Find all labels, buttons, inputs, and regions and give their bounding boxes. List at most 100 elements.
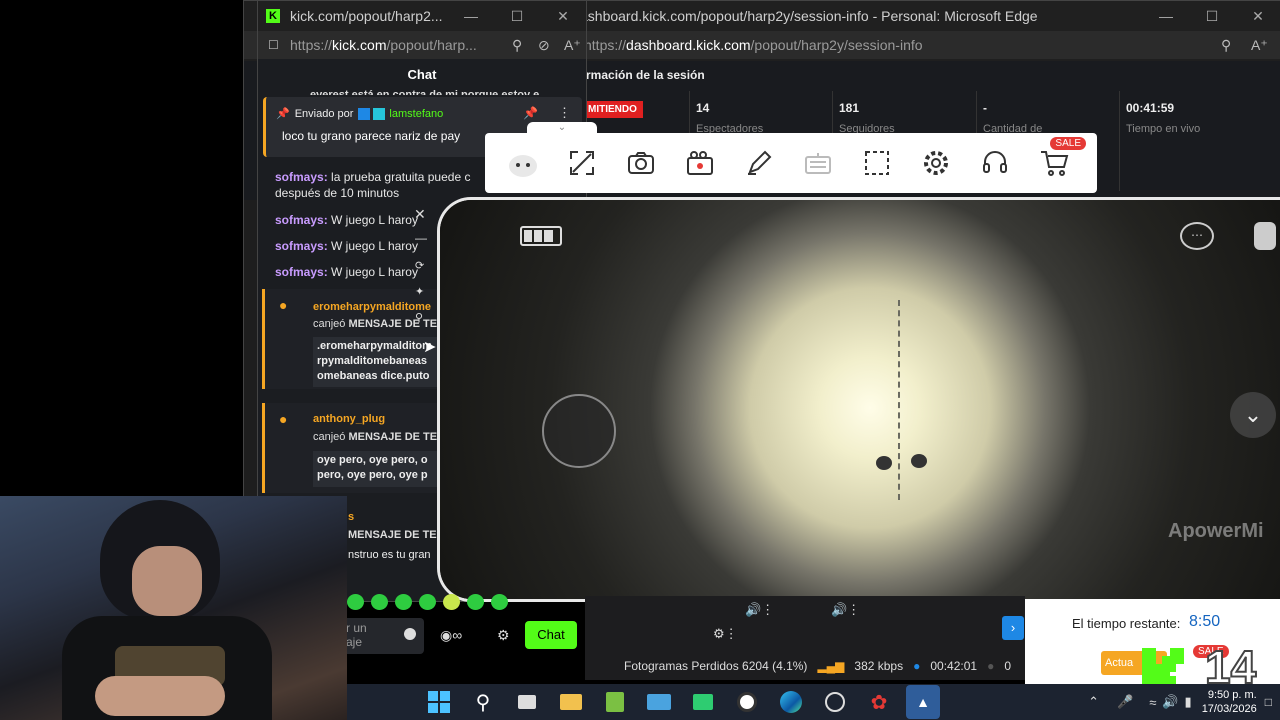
minimize-popup-icon[interactable]: — bbox=[415, 231, 427, 245]
emote-icon[interactable] bbox=[443, 594, 460, 610]
pin-window-icon[interactable]: ✦ bbox=[415, 285, 424, 298]
close-icon[interactable]: ✕ bbox=[1235, 8, 1280, 25]
cursor-icon: ➤ bbox=[423, 339, 437, 356]
screenshot-icon[interactable] bbox=[621, 143, 661, 183]
emote-icon[interactable] bbox=[419, 594, 436, 610]
redeem-action: canjeó MENSAJE DE TE bbox=[313, 431, 437, 443]
chat-address-bar[interactable]: ☐ https://kick.com/popout/harp... ⚲ ⊘ A⁺ bbox=[258, 31, 586, 59]
redeem-reward: MENSAJE DE TE bbox=[348, 431, 437, 443]
task-view-icon[interactable] bbox=[510, 685, 544, 719]
chat-bubble-icon[interactable]: ⋯ bbox=[1180, 222, 1214, 250]
stat-value: 00:41:59 bbox=[1126, 101, 1175, 115]
rec-dot-icon: ● bbox=[987, 659, 995, 673]
close-popup-icon[interactable]: ✕ bbox=[414, 206, 426, 223]
store-icon[interactable] bbox=[686, 685, 720, 719]
light-fixture bbox=[911, 454, 927, 468]
read-aloud-icon[interactable]: A⁺ bbox=[564, 37, 586, 54]
pin-toggle-icon[interactable]: 📌 bbox=[523, 106, 538, 120]
chat-titlebar: K kick.com/popout/harp2... — ☐ ✕ bbox=[258, 1, 586, 31]
maximize-icon[interactable]: ☐ bbox=[494, 8, 540, 25]
notification-icon[interactable]: □ bbox=[1265, 695, 1272, 709]
maps-icon[interactable]: ✿ bbox=[862, 685, 896, 719]
person-face bbox=[132, 546, 202, 616]
read-aloud-icon[interactable]: A⁺ bbox=[1251, 37, 1280, 54]
redeem-user[interactable]: s bbox=[348, 511, 438, 523]
game-view[interactable]: ⋯ ⌄ ApowerMi bbox=[440, 200, 1280, 599]
chat-username[interactable]: sofmays: bbox=[275, 170, 328, 184]
microphone-icon[interactable]: 🎤 bbox=[1117, 694, 1133, 710]
section-title: rmación de la sesión bbox=[586, 68, 705, 82]
minimize-icon[interactable]: — bbox=[1143, 8, 1189, 24]
obs-icon[interactable] bbox=[730, 685, 764, 719]
photos-icon[interactable] bbox=[642, 685, 676, 719]
group-icon[interactable]: ◉∞ bbox=[440, 627, 462, 644]
volume-icon[interactable]: 🔊⋮ bbox=[831, 602, 860, 618]
more-options-icon[interactable]: ⋮ bbox=[558, 105, 571, 121]
clock[interactable]: 9:50 p. m. 17/03/2026 bbox=[1202, 688, 1257, 716]
battery-icon bbox=[520, 226, 562, 246]
volume-icon[interactable]: 🔊 bbox=[1162, 694, 1178, 710]
apowermirror-toolbar: SALE bbox=[485, 133, 1097, 193]
emote-icon[interactable] bbox=[395, 594, 412, 610]
volume-icon[interactable]: 🔊⋮ bbox=[745, 602, 774, 618]
chat-username[interactable]: sofmays: bbox=[275, 213, 328, 227]
backpack-icon[interactable] bbox=[1254, 222, 1276, 250]
emote-icon[interactable] bbox=[467, 594, 484, 610]
expand-panel-button[interactable]: › bbox=[1002, 616, 1024, 640]
chat-username[interactable]: sofmays: bbox=[275, 265, 328, 279]
rotate-icon[interactable]: ⟳ bbox=[415, 259, 424, 272]
audio-settings-icon[interactable]: ⚙⋮ bbox=[713, 626, 738, 642]
emote-icon[interactable] bbox=[491, 594, 508, 610]
minimize-icon[interactable]: — bbox=[448, 8, 494, 24]
emote-icon[interactable] bbox=[347, 594, 364, 610]
stat-value: - bbox=[983, 101, 987, 115]
redeem-user[interactable]: anthony_plug bbox=[313, 413, 385, 425]
chat-send-button[interactable]: Chat bbox=[525, 621, 577, 649]
zoom-icon[interactable]: ⚲ bbox=[512, 37, 538, 54]
chevron-down-icon[interactable]: ⌄ bbox=[1230, 392, 1276, 438]
maximize-icon[interactable]: ☐ bbox=[1189, 8, 1235, 25]
chat-settings-icon[interactable]: ⚙ bbox=[497, 627, 510, 644]
chat-input[interactable]: r un aje bbox=[340, 618, 424, 654]
zoom-icon[interactable]: ⚲ bbox=[1221, 37, 1251, 54]
url-host: kick.com bbox=[332, 37, 387, 53]
tray-chevron-icon[interactable]: ⌃ bbox=[1088, 694, 1099, 710]
apowermirror-icon[interactable]: ▲ bbox=[906, 685, 940, 719]
battery-icon[interactable]: ▮ bbox=[1185, 694, 1192, 710]
crop-icon[interactable] bbox=[857, 143, 897, 183]
chat-username[interactable]: sofmays: bbox=[275, 239, 328, 253]
mascot-icon[interactable] bbox=[503, 143, 543, 183]
search-popup-icon[interactable]: ⚲ bbox=[415, 311, 423, 324]
cart-icon[interactable]: SALE bbox=[1034, 137, 1086, 183]
file-explorer-icon[interactable] bbox=[554, 685, 588, 719]
redeem-message: .eromeharpymalditom rpymalditomebaneas o… bbox=[313, 337, 439, 387]
record-icon[interactable] bbox=[680, 143, 720, 183]
stat-value: 181 bbox=[839, 101, 860, 115]
search-icon[interactable]: ⚲ bbox=[466, 685, 500, 719]
emoji-icon[interactable] bbox=[404, 628, 416, 640]
notepad-plus-icon[interactable] bbox=[598, 685, 632, 719]
pinned-user[interactable]: lamstefano bbox=[389, 108, 443, 120]
close-icon[interactable]: ✕ bbox=[540, 8, 586, 25]
webcam-feed bbox=[0, 496, 347, 720]
clock-date: 17/03/2026 bbox=[1201, 703, 1257, 715]
support-icon[interactable] bbox=[975, 143, 1015, 183]
draw-icon[interactable] bbox=[739, 143, 779, 183]
obs-mixer: 🔊⋮ 🔊⋮ ⚙⋮ bbox=[585, 596, 1025, 652]
joystick[interactable] bbox=[542, 394, 616, 468]
settings-icon[interactable] bbox=[916, 143, 956, 183]
phone-mirror[interactable]: ⋯ ⌄ ApowerMi bbox=[437, 197, 1280, 602]
edge-icon[interactable] bbox=[774, 685, 808, 719]
keyboard-icon[interactable] bbox=[798, 143, 838, 183]
toolbar-collapse-icon[interactable]: ⌄ bbox=[527, 122, 597, 134]
chat-text: W juego L haroy bbox=[327, 239, 418, 253]
bitrate: 382 kbps bbox=[854, 659, 904, 673]
emote-row bbox=[347, 594, 527, 612]
emote-icon[interactable] bbox=[371, 594, 388, 610]
windows-start-icon[interactable] bbox=[422, 685, 456, 719]
browser-icon[interactable] bbox=[818, 685, 852, 719]
light-fixture bbox=[876, 456, 892, 470]
wifi-icon[interactable]: ≈ bbox=[1149, 695, 1156, 710]
fullscreen-icon[interactable] bbox=[562, 143, 602, 183]
tracking-icon[interactable]: ⊘ bbox=[538, 37, 564, 54]
